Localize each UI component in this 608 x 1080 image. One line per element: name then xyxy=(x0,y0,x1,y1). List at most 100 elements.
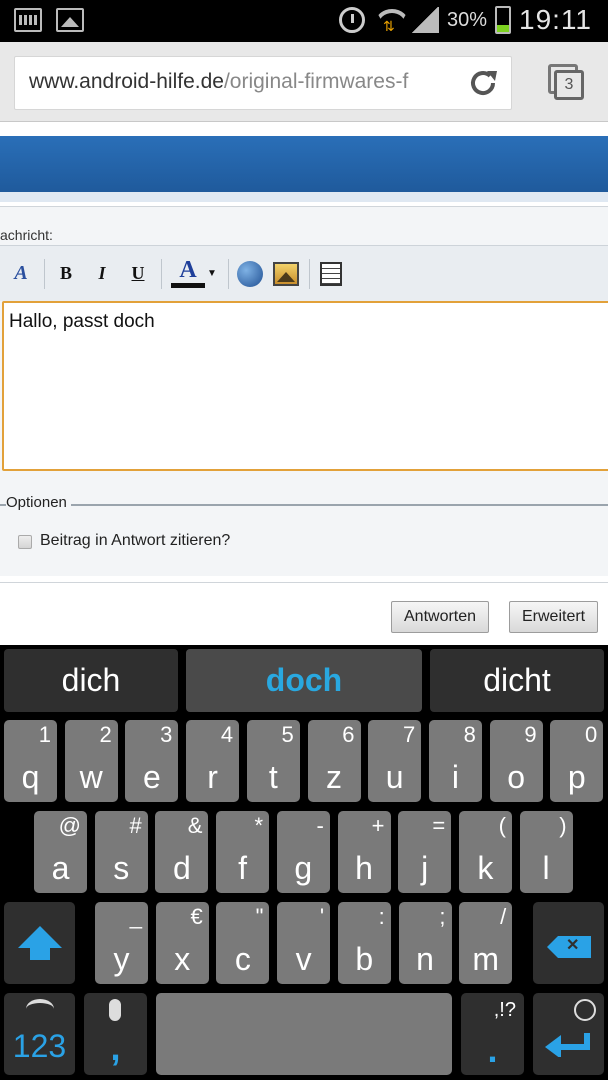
suggestion-right[interactable]: dicht xyxy=(430,649,604,712)
key-label: t xyxy=(268,759,278,795)
enter-arrow-icon xyxy=(545,1033,590,1057)
key-f[interactable]: * f xyxy=(216,811,270,893)
key-e[interactable]: 3e xyxy=(125,720,179,802)
insert-image-button[interactable] xyxy=(271,259,301,289)
shift-key[interactable] xyxy=(4,902,75,984)
key-alt-label: 5 xyxy=(281,722,294,747)
message-editor[interactable]: Hallo, passt doch xyxy=(2,301,608,471)
key-h[interactable]: + h xyxy=(337,811,391,893)
wifi-icon xyxy=(373,7,403,35)
key-y[interactable]: _ y xyxy=(95,902,148,984)
key-n[interactable]: ; n xyxy=(398,902,452,984)
reply-button[interactable]: Antworten xyxy=(391,601,490,633)
key-label: r xyxy=(207,759,218,795)
keyboard-notification-icon xyxy=(14,8,42,32)
key-label: m xyxy=(472,941,500,977)
key-label: l xyxy=(542,850,550,886)
key-w[interactable]: 2w xyxy=(64,720,118,802)
key-b[interactable]: :b xyxy=(337,902,391,984)
key-label: p xyxy=(567,759,586,795)
key-label: x xyxy=(174,941,191,977)
key-alt-label: 7 xyxy=(402,722,416,747)
editor-text[interactable]: Hallo, passt doch xyxy=(9,311,155,333)
toolbar-separator xyxy=(161,258,162,289)
chevron-down-icon: ▼ xyxy=(207,268,217,279)
options-divider xyxy=(0,504,608,506)
key-g[interactable]: -g xyxy=(276,811,330,893)
underline-button[interactable]: U xyxy=(123,259,153,289)
editor-toolbar: A B I U A ▼ xyxy=(0,245,608,301)
space-key[interactable] xyxy=(156,993,452,1075)
bold-button[interactable]: B xyxy=(51,259,81,289)
key-alt-label: _ xyxy=(129,904,142,929)
period-key[interactable]: ,!? . xyxy=(461,993,524,1075)
key-r[interactable]: 4r xyxy=(186,720,240,802)
toolbar-separator xyxy=(309,258,310,289)
key-l[interactable]: ) l xyxy=(519,811,573,893)
key-label: b xyxy=(355,941,374,977)
insert-quote-button[interactable] xyxy=(316,259,346,289)
text-color-swatch xyxy=(171,283,206,288)
key-alt-label: # xyxy=(129,813,142,838)
key-label: q xyxy=(21,759,40,795)
key-q[interactable]: 1q xyxy=(4,720,57,802)
refresh-icon[interactable] xyxy=(465,65,501,101)
key-j[interactable]: = j xyxy=(398,811,452,893)
insert-link-button[interactable] xyxy=(235,259,265,289)
url-host: www.android-hilfe.de xyxy=(29,70,224,93)
key-alt-label: ( xyxy=(498,813,506,838)
key-v[interactable]: ' v xyxy=(277,902,331,984)
url-bar[interactable]: www.android-hilfe.de/original-firmwares-… xyxy=(14,56,512,110)
key-s[interactable]: # s xyxy=(94,811,148,893)
url-path: /original-firmwares-f xyxy=(223,70,409,93)
microphone-icon xyxy=(109,999,121,1021)
key-alt-label: 6 xyxy=(342,722,355,747)
image-icon xyxy=(273,261,299,286)
key-alt-label: / xyxy=(500,904,507,929)
key-p[interactable]: 0p xyxy=(550,720,604,802)
key-k[interactable]: (k xyxy=(458,811,512,893)
key-t[interactable]: 5t xyxy=(246,720,300,802)
key-label: a xyxy=(51,850,70,886)
key-alt-label: ) xyxy=(559,813,567,838)
key-alt-label: - xyxy=(316,813,324,838)
key-alt-label: 3 xyxy=(160,722,173,747)
key-label: f xyxy=(238,850,248,886)
italic-button[interactable]: I xyxy=(87,259,117,289)
key-label: o xyxy=(507,759,525,795)
key-label: h xyxy=(355,850,373,886)
key-d[interactable]: & d xyxy=(155,811,209,893)
key-o[interactable]: 9o xyxy=(489,720,543,802)
font-icon[interactable]: A xyxy=(6,259,36,289)
swiftkey-logo-icon xyxy=(26,999,54,1019)
key-z[interactable]: 6z xyxy=(307,720,361,802)
key-label: k xyxy=(477,850,494,886)
numbers-key[interactable]: 123 xyxy=(4,993,75,1075)
toolbar-separator xyxy=(228,258,229,289)
key-alt-label: + xyxy=(371,813,385,838)
key-i[interactable]: 8i xyxy=(428,720,482,802)
text-color-button[interactable]: A ▼ xyxy=(168,257,220,289)
quote-checkbox-label[interactable]: Beitrag in Antwort zitieren? xyxy=(40,532,230,550)
comma-key[interactable]: , xyxy=(84,993,147,1075)
key-a[interactable]: @ a xyxy=(34,811,87,893)
url-text[interactable]: www.android-hilfe.de/original-firmwares-… xyxy=(29,70,459,94)
quote-checkbox[interactable] xyxy=(18,535,32,549)
backspace-key[interactable] xyxy=(533,902,604,984)
enter-key[interactable] xyxy=(533,993,604,1075)
key-m[interactable]: / m xyxy=(459,902,513,984)
tabs-button[interactable]: 3 xyxy=(546,64,586,104)
text-color-letter: A xyxy=(179,257,197,283)
suggestion-center[interactable]: doch xyxy=(186,649,422,712)
form-button-row: Antworten Erweitert xyxy=(0,582,608,645)
key-label: s xyxy=(113,850,130,886)
key-u[interactable]: 7u xyxy=(368,720,422,802)
suggestion-left[interactable]: dich xyxy=(4,649,178,712)
advanced-button[interactable]: Erweitert xyxy=(509,601,599,633)
key-label: z xyxy=(326,759,342,795)
key-c[interactable]: " c xyxy=(216,902,270,984)
clock: 19:11 xyxy=(519,4,592,35)
key-x[interactable]: € x xyxy=(155,902,209,984)
key-alt-label: ' xyxy=(319,904,325,929)
quote-icon xyxy=(320,261,342,286)
